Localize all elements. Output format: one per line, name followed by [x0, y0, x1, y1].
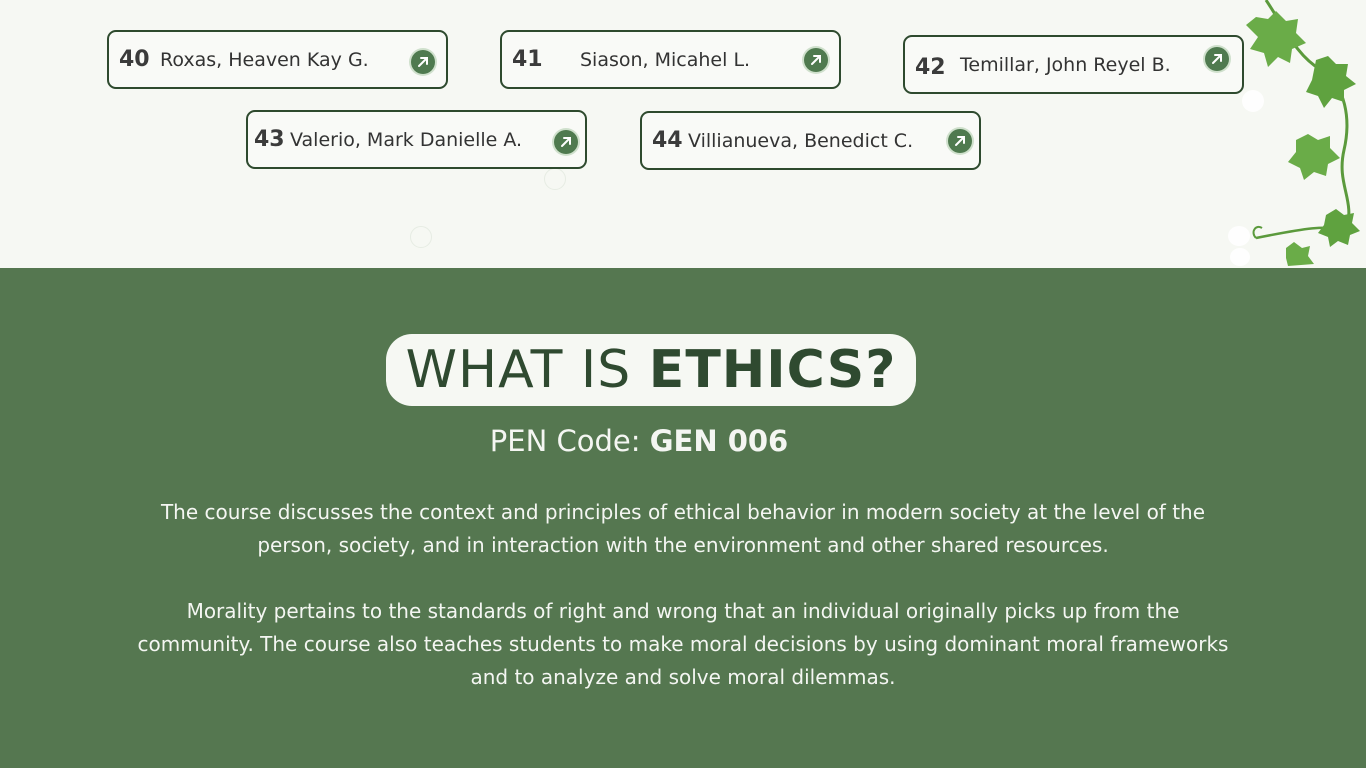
morality-paragraph: Morality pertains to the standards of ri…: [137, 599, 1229, 689]
student-card[interactable]: 43 Valerio, Mark Danielle A.: [246, 110, 587, 169]
student-name: Siason, Micahel L.: [580, 48, 751, 71]
student-name: Villianueva, Benedict C.: [688, 129, 914, 152]
arrow-up-right-icon[interactable]: [554, 130, 578, 154]
student-number: 41: [512, 47, 543, 72]
arrow-up-right-icon[interactable]: [804, 48, 828, 72]
decorative-bubble: [1230, 248, 1250, 266]
decorative-bubble: [1242, 90, 1264, 112]
decorative-bubble: [544, 168, 566, 190]
ivy-vine-icon: [1246, 0, 1360, 266]
pen-code-label: PEN Code:: [489, 424, 650, 458]
student-name: Temillar, John Reyel B.: [960, 53, 1171, 76]
student-name: Roxas, Heaven Kay G.: [160, 48, 369, 71]
student-list-section: 40 Roxas, Heaven Kay G. 41 Siason, Micah…: [0, 0, 1366, 268]
student-number: 40: [119, 47, 150, 72]
student-name: Valerio, Mark Danielle A.: [290, 128, 523, 151]
pen-code-value: GEN 006: [649, 424, 789, 458]
arrow-up-right-icon[interactable]: [948, 129, 972, 153]
student-number: 44: [652, 128, 683, 153]
page-title: WHAT IS ETHICS?: [406, 340, 897, 400]
student-number: 42: [915, 55, 946, 80]
course-description-paragraph: The course discusses the context and pri…: [160, 500, 1206, 557]
arrow-up-right-icon[interactable]: [411, 50, 435, 74]
student-card[interactable]: 42 Temillar, John Reyel B.: [903, 35, 1244, 94]
arrow-up-right-icon[interactable]: [1205, 47, 1229, 71]
decorative-bubble: [1228, 226, 1250, 246]
student-card[interactable]: 41 Siason, Micahel L.: [500, 30, 841, 89]
title-prefix: WHAT IS: [405, 340, 649, 400]
pen-code: PEN Code: GEN 006: [0, 424, 1278, 458]
student-number: 43: [254, 127, 285, 152]
student-card[interactable]: 40 Roxas, Heaven Kay G.: [107, 30, 448, 89]
title-pill: WHAT IS ETHICS?: [386, 334, 916, 406]
title-emphasis: ETHICS?: [648, 340, 897, 400]
decorative-bubble: [410, 226, 432, 248]
student-card[interactable]: 44 Villianueva, Benedict C.: [640, 111, 981, 170]
